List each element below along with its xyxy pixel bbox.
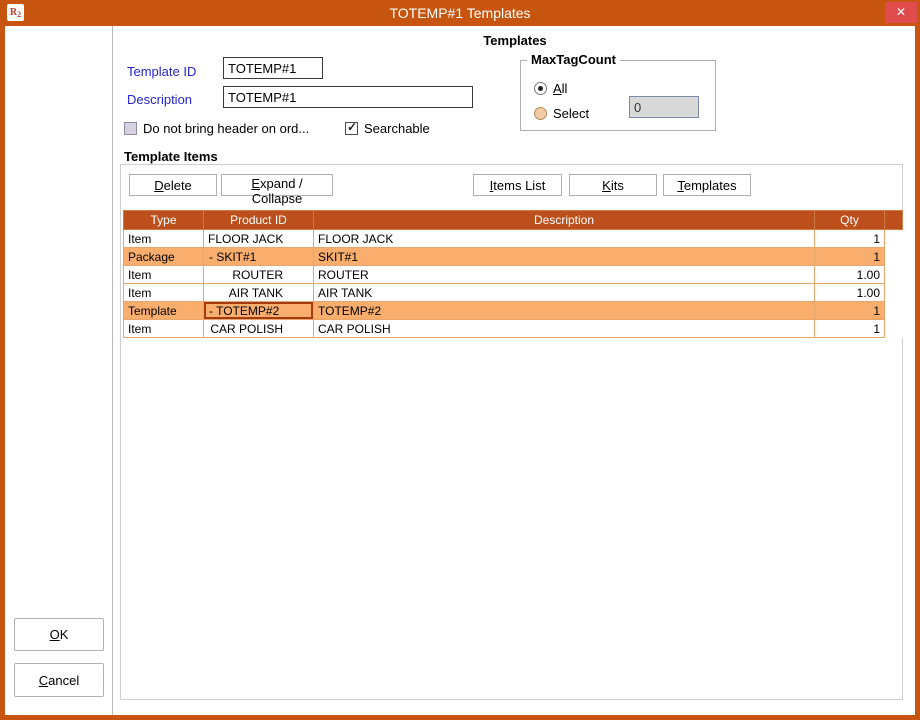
- items-list-button[interactable]: Items List: [473, 174, 562, 196]
- all-option-row: All: [534, 81, 567, 96]
- all-radio[interactable]: [534, 82, 547, 95]
- col-header-description[interactable]: Description: [314, 211, 815, 230]
- table-row[interactable]: ItemROUTERROUTER1.00: [124, 266, 903, 284]
- cell-product-id[interactable]: CAR POLISH: [204, 320, 314, 338]
- do-not-bring-header-checkbox[interactable]: [124, 122, 137, 135]
- cell-product-id[interactable]: ROUTER: [204, 266, 314, 284]
- cell-filler: [885, 230, 903, 248]
- searchable-row: Searchable: [345, 121, 430, 136]
- template-id-input[interactable]: [223, 57, 323, 79]
- all-radio-label: All: [553, 81, 567, 96]
- cell-type[interactable]: Item: [124, 284, 204, 302]
- templates-button[interactable]: Templates: [663, 174, 751, 196]
- searchable-label: Searchable: [364, 121, 430, 136]
- searchable-checkbox[interactable]: [345, 122, 358, 135]
- cell-product-id[interactable]: - SKIT#1: [204, 248, 314, 266]
- select-option-row: Select: [534, 106, 589, 121]
- main-area: Templates Template ID Description Do not…: [5, 26, 915, 715]
- kits-button[interactable]: Kits: [569, 174, 657, 196]
- cell-description[interactable]: CAR POLISH: [314, 320, 815, 338]
- dialog-body: OK Cancel Templates Template ID Descript…: [5, 26, 915, 715]
- table-row[interactable]: ItemAIR TANKAIR TANK1.00: [124, 284, 903, 302]
- close-button[interactable]: ✕: [885, 2, 917, 23]
- expand-collapse-button[interactable]: Expand / Collapse: [221, 174, 333, 196]
- cell-filler: [885, 266, 903, 284]
- do-not-bring-header-label: Do not bring header on ord...: [143, 121, 309, 136]
- cell-qty[interactable]: 1: [815, 302, 885, 320]
- titlebar[interactable]: R2 TOTEMP#1 Templates ✕: [0, 0, 920, 26]
- cell-filler: [885, 302, 903, 320]
- dialog-window: R2 TOTEMP#1 Templates ✕ OK Cancel Templa…: [0, 0, 920, 720]
- col-header-type[interactable]: Type: [124, 211, 204, 230]
- maxtagcount-value-input[interactable]: [629, 96, 699, 118]
- cell-description[interactable]: TOTEMP#2: [314, 302, 815, 320]
- maxtagcount-label: MaxTagCount: [527, 52, 620, 67]
- cell-description[interactable]: AIR TANK: [314, 284, 815, 302]
- template-id-label: Template ID: [127, 64, 196, 79]
- cell-type[interactable]: Package: [124, 248, 204, 266]
- templates-group-label: Templates: [435, 33, 595, 48]
- cell-qty[interactable]: 1: [815, 248, 885, 266]
- select-radio-label: Select: [553, 106, 589, 121]
- do-not-bring-header-row: Do not bring header on ord...: [124, 121, 309, 136]
- maxtagcount-group: MaxTagCount All Select: [520, 60, 716, 131]
- delete-button[interactable]: Delete: [129, 174, 217, 196]
- col-header-qty[interactable]: Qty: [815, 211, 885, 230]
- items-table: Type Product ID Description Qty ItemFLOO…: [123, 210, 903, 338]
- cell-product-id[interactable]: AIR TANK: [204, 284, 314, 302]
- cell-qty[interactable]: 1.00: [815, 266, 885, 284]
- table-header-row: Type Product ID Description Qty: [124, 211, 903, 230]
- items-table-body: ItemFLOOR JACKFLOOR JACK1Package- SKIT#1…: [124, 230, 903, 338]
- cell-description[interactable]: ROUTER: [314, 266, 815, 284]
- cell-filler: [885, 320, 903, 338]
- description-input[interactable]: [223, 86, 473, 108]
- cell-description[interactable]: SKIT#1: [314, 248, 815, 266]
- cell-type[interactable]: Item: [124, 266, 204, 284]
- cell-qty[interactable]: 1.00: [815, 284, 885, 302]
- cell-type[interactable]: Item: [124, 320, 204, 338]
- cell-product-id[interactable]: FLOOR JACK: [204, 230, 314, 248]
- cell-qty[interactable]: 1: [815, 320, 885, 338]
- table-row[interactable]: ItemFLOOR JACKFLOOR JACK1: [124, 230, 903, 248]
- col-header-filler: [885, 211, 903, 230]
- table-row[interactable]: Template- TOTEMP#2TOTEMP#21: [124, 302, 903, 320]
- template-items-group: Delete Expand / Collapse Items List Kits…: [120, 164, 903, 700]
- cell-qty[interactable]: 1: [815, 230, 885, 248]
- cell-filler: [885, 248, 903, 266]
- cell-filler: [885, 284, 903, 302]
- col-header-product-id[interactable]: Product ID: [204, 211, 314, 230]
- cell-type[interactable]: Item: [124, 230, 204, 248]
- table-row[interactable]: ItemCAR POLISHCAR POLISH1: [124, 320, 903, 338]
- table-row[interactable]: Package- SKIT#1SKIT#11: [124, 248, 903, 266]
- description-label: Description: [127, 92, 192, 107]
- close-icon: ✕: [896, 5, 906, 19]
- cell-description[interactable]: FLOOR JACK: [314, 230, 815, 248]
- cell-product-id[interactable]: - TOTEMP#2: [204, 302, 314, 320]
- window-title: TOTEMP#1 Templates: [0, 5, 920, 21]
- cell-type[interactable]: Template: [124, 302, 204, 320]
- template-items-label: Template Items: [124, 149, 218, 164]
- select-radio[interactable]: [534, 107, 547, 120]
